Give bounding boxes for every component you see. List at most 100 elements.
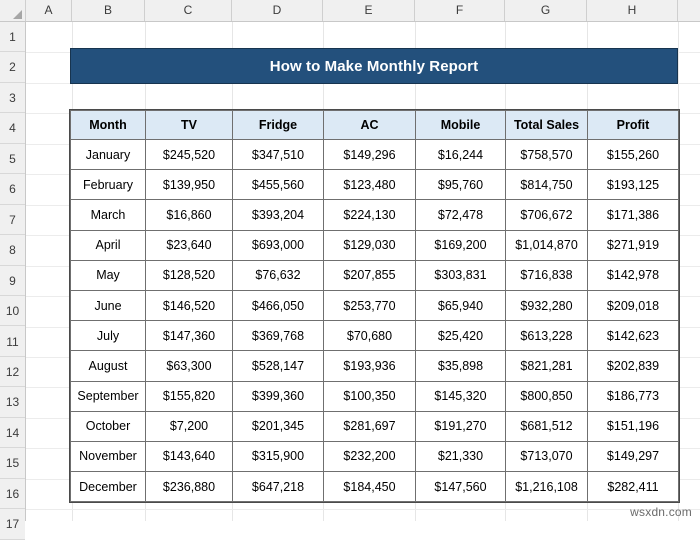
column-header-h[interactable]: H	[587, 0, 678, 21]
row-header-9[interactable]: 9	[0, 265, 25, 297]
value-cell: $932,280	[505, 289, 588, 322]
value-cell: $147,560	[415, 471, 506, 503]
row-header-10[interactable]: 10	[0, 296, 25, 327]
row-header-15[interactable]: 15	[0, 448, 25, 479]
table-row: April $23,640 $693,000 $129,030 $169,200 $1,0…	[70, 229, 679, 261]
table-row: June $146,520 $466,050 $253,770 $65,940 $932,…	[70, 289, 679, 322]
value-cell: $713,070	[505, 440, 588, 473]
column-header-f[interactable]: F	[415, 0, 505, 21]
value-cell: $201,345	[232, 410, 324, 442]
month-cell: February	[70, 169, 146, 201]
value-cell: $613,228	[505, 320, 588, 352]
table-row: March $16,860 $393,204 $224,130 $72,478 $706,…	[70, 199, 679, 231]
value-cell: $149,296	[323, 138, 416, 171]
column-header-a[interactable]: A	[26, 0, 72, 21]
month-cell: October	[70, 410, 146, 442]
month-cell: January	[70, 138, 146, 171]
value-cell: $800,850	[505, 380, 588, 412]
value-cell: $23,640	[145, 229, 233, 261]
value-cell: $209,018	[587, 289, 679, 322]
month-cell: November	[70, 440, 146, 473]
column-header-c[interactable]: C	[145, 0, 232, 21]
value-cell: $191,270	[415, 410, 506, 442]
select-all-triangle-icon	[13, 10, 22, 19]
table-column-header-fridge: Fridge	[232, 110, 324, 140]
value-cell: $281,697	[323, 410, 416, 442]
value-cell: $224,130	[323, 199, 416, 231]
value-cell: $143,640	[145, 440, 233, 473]
table-row: May $128,520 $76,632 $207,855 $303,831 $716,8…	[70, 259, 679, 291]
value-cell: $193,936	[323, 350, 416, 382]
row-header-1[interactable]: 1	[0, 22, 25, 53]
value-cell: $466,050	[232, 289, 324, 322]
column-header-e[interactable]: E	[323, 0, 415, 21]
table-row: December $236,880 $647,218 $184,450 $147,560…	[70, 471, 679, 503]
report-title-banner: How to Make Monthly Report	[70, 48, 678, 84]
table-column-header-ac: AC	[323, 110, 416, 140]
column-header-d[interactable]: D	[232, 0, 323, 21]
value-cell: $369,768	[232, 320, 324, 352]
row-header-13[interactable]: 13	[0, 387, 25, 418]
month-cell: March	[70, 199, 146, 231]
month-cell: December	[70, 471, 146, 503]
value-cell: $184,450	[323, 471, 416, 503]
value-cell: $693,000	[232, 229, 324, 261]
table-body: January $245,520 $347,510 $149,296 $16,244 $7…	[70, 138, 679, 503]
value-cell: $1,216,108	[505, 471, 588, 503]
table-header-row: Month TV Fridge AC Mobile Total Sales Profit	[70, 110, 679, 140]
value-cell: $142,623	[587, 320, 679, 352]
monthly-report-table: Month TV Fridge AC Mobile Total Sales Profit J…	[69, 108, 680, 504]
value-cell: $271,919	[587, 229, 679, 261]
value-cell: $35,898	[415, 350, 506, 382]
row-header-7[interactable]: 7	[0, 204, 25, 236]
value-cell: $155,260	[587, 138, 679, 171]
value-cell: $21,330	[415, 440, 506, 473]
value-cell: $245,520	[145, 138, 233, 171]
column-header-b[interactable]: B	[72, 0, 145, 21]
value-cell: $347,510	[232, 138, 324, 171]
table-row: September $155,820 $399,360 $100,350 $145,32…	[70, 380, 679, 412]
value-cell: $95,760	[415, 169, 506, 201]
row-header-11[interactable]: 11	[0, 326, 25, 357]
table-row: February $139,950 $455,560 $123,480 $95,760 $…	[70, 169, 679, 201]
spreadsheet-canvas: ABCDEFGH 1 2 3 4 5 6 7 8 9 10 11 12 13 14 15 16 17 How t…	[0, 0, 700, 540]
column-header-g[interactable]: G	[505, 0, 587, 21]
row-header-14[interactable]: 14	[0, 417, 25, 449]
value-cell: $25,420	[415, 320, 506, 352]
row-header-3[interactable]: 3	[0, 82, 25, 114]
value-cell: $72,478	[415, 199, 506, 231]
row-header-6[interactable]: 6	[0, 174, 25, 205]
row-header-4[interactable]: 4	[0, 113, 25, 144]
value-cell: $76,632	[232, 259, 324, 291]
value-cell: $393,204	[232, 199, 324, 231]
value-cell: $821,281	[505, 350, 588, 382]
month-cell: September	[70, 380, 146, 412]
month-cell: May	[70, 259, 146, 291]
value-cell: $16,860	[145, 199, 233, 231]
row-header-2[interactable]: 2	[0, 52, 25, 83]
value-cell: $129,030	[323, 229, 416, 261]
value-cell: $282,411	[587, 471, 679, 503]
table-column-header-tv: TV	[145, 110, 233, 140]
row-header-5[interactable]: 5	[0, 143, 25, 175]
value-cell: $706,672	[505, 199, 588, 231]
value-cell: $70,680	[323, 320, 416, 352]
value-cell: $758,570	[505, 138, 588, 171]
row-header-16[interactable]: 16	[0, 478, 25, 510]
value-cell: $142,978	[587, 259, 679, 291]
value-cell: $147,360	[145, 320, 233, 352]
value-cell: $455,560	[232, 169, 324, 201]
row-header-12[interactable]: 12	[0, 356, 25, 388]
table-row: November $143,640 $315,900 $232,200 $21,330 $…	[70, 440, 679, 473]
value-cell: $315,900	[232, 440, 324, 473]
value-cell: $814,750	[505, 169, 588, 201]
select-all-button[interactable]	[0, 0, 26, 21]
grid-line-horizontal	[26, 509, 700, 511]
row-header-8[interactable]: 8	[0, 235, 25, 266]
row-header-17[interactable]: 17	[0, 509, 25, 540]
value-cell: $303,831	[415, 259, 506, 291]
month-cell: June	[70, 289, 146, 322]
table-column-header-total-sales: Total Sales	[505, 110, 588, 140]
value-cell: $149,297	[587, 440, 679, 473]
value-cell: $171,386	[587, 199, 679, 231]
